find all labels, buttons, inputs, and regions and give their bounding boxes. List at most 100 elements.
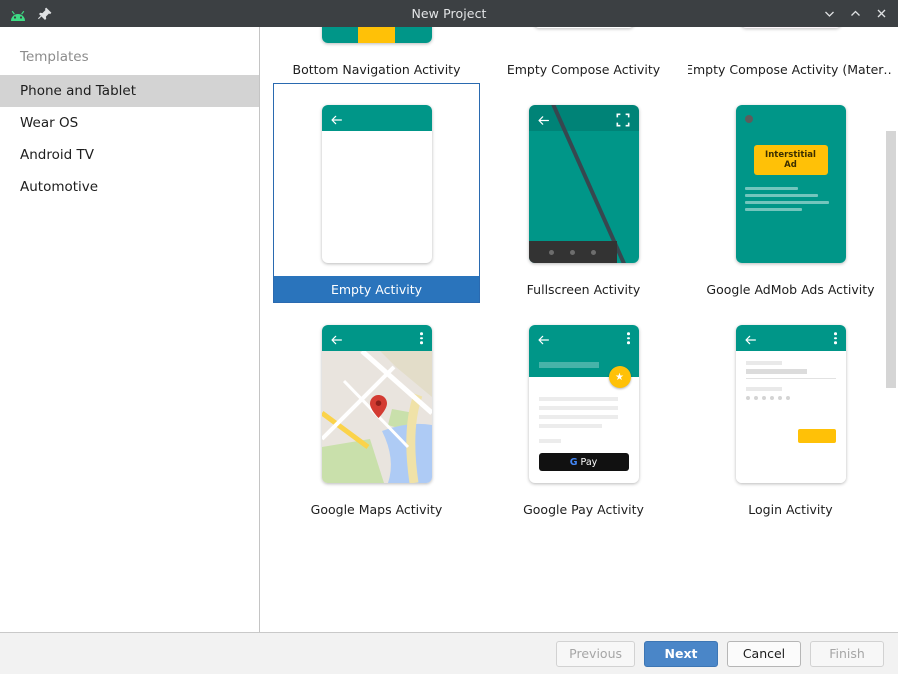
password-dot: [762, 396, 766, 400]
finish-button[interactable]: Finish: [810, 641, 884, 667]
hero-title-bar: [539, 362, 599, 368]
template-label: Google Pay Activity: [481, 496, 686, 522]
google-g-icon: G: [570, 457, 578, 468]
field-underline: [746, 378, 836, 379]
thumbnail-bottom-navigation: [274, 27, 479, 56]
bottom-nav-item-active: [358, 27, 395, 43]
templates-sidebar: Templates Phone and Tablet Wear OS Andro…: [0, 27, 260, 632]
template-tile-bottom-navigation-activity[interactable]: Bottom Navigation Activity: [273, 27, 480, 83]
fullscreen-expand-icon: [616, 112, 630, 126]
admob-canvas: Interstitial Ad: [736, 105, 846, 263]
text-line: [539, 439, 562, 443]
template-grid-panel: Bottom Navigation Activity: [260, 27, 898, 632]
template-tile-google-maps-activity[interactable]: Google Maps Activity: [273, 303, 480, 523]
close-button[interactable]: [868, 2, 894, 26]
pin-icon[interactable]: [37, 6, 53, 22]
template-tile-login-activity[interactable]: Login Activity: [687, 303, 894, 523]
app-bar: [736, 325, 846, 351]
template-tile-empty-compose-activity-material[interactable]: Empty Compose Activity (Mater…: [687, 27, 894, 83]
template-label: Empty Compose Activity (Mater…: [688, 56, 893, 82]
password-dots: [746, 396, 836, 400]
text-line: [539, 424, 602, 428]
overflow-menu-icon: [834, 332, 837, 344]
app-bar: [322, 105, 432, 131]
template-tile-google-pay-activity[interactable]: ★ G Pay: [480, 303, 687, 523]
map-pin-icon: [370, 395, 386, 417]
template-label: Fullscreen Activity: [481, 276, 686, 302]
window-controls: [816, 2, 898, 26]
thumbnail-compose: [481, 27, 686, 56]
thumbnail-gpay: ★ G Pay: [481, 304, 686, 496]
fullscreen-canvas: [529, 105, 639, 263]
hero-banner: ★: [529, 351, 639, 377]
pay-label: Pay: [581, 457, 598, 468]
text-line: [745, 201, 830, 204]
template-tile-fullscreen-activity[interactable]: Fullscreen Activity: [480, 83, 687, 303]
login-form: [736, 351, 846, 483]
text-line: [745, 194, 819, 197]
back-arrow-icon: [537, 332, 550, 345]
sidebar-item-automotive[interactable]: Automotive: [0, 171, 259, 203]
map-canvas: [322, 351, 432, 483]
back-arrow-icon: [330, 332, 343, 345]
password-dot: [786, 396, 790, 400]
bottom-control-bar: [529, 241, 617, 263]
template-label: Empty Activity: [274, 276, 479, 302]
control-dot: [549, 250, 554, 255]
back-arrow-icon: [744, 332, 757, 345]
sidebar-header: Templates: [0, 43, 259, 75]
bottom-nav-bar: [322, 27, 432, 43]
text-line: [539, 415, 618, 419]
bottom-nav-item: [395, 27, 432, 43]
overflow-menu-icon: [420, 332, 423, 344]
overflow-menu-icon: [627, 332, 630, 344]
next-button[interactable]: Next: [644, 641, 718, 667]
password-dot: [746, 396, 750, 400]
dialog-body: Templates Phone and Tablet Wear OS Andro…: [0, 27, 898, 632]
maximize-button[interactable]: [842, 2, 868, 26]
phone-mockup: [322, 325, 432, 483]
interstitial-ad-button: Interstitial Ad: [754, 145, 828, 175]
template-tile-empty-compose-activity[interactable]: Empty Compose Activity: [480, 27, 687, 83]
thumbnail-login: [688, 304, 893, 496]
phone-mockup: [529, 105, 639, 263]
app-bar: [529, 325, 639, 351]
text-line: [745, 208, 802, 211]
app-bar: [322, 325, 432, 351]
username-label: [746, 361, 782, 365]
dialog-footer: Previous Next Cancel Finish: [0, 632, 898, 674]
thumbnail-compose-material: [688, 27, 893, 56]
vertical-scrollbar-thumb[interactable]: [886, 131, 896, 388]
thumbnail-maps: [274, 304, 479, 496]
new-project-dialog: New Project Templates Phone and Tablet W…: [0, 0, 898, 674]
sidebar-item-android-tv[interactable]: Android TV: [0, 139, 259, 171]
text-line: [745, 187, 798, 190]
title-bar-icons: [0, 6, 53, 22]
text-line: [539, 406, 618, 410]
control-dot: [591, 250, 596, 255]
compose-card: [534, 27, 634, 28]
ad-text-lines: [745, 187, 837, 211]
compose-card-material: [741, 27, 841, 28]
cancel-button[interactable]: Cancel: [727, 641, 801, 667]
template-label: Google Maps Activity: [274, 496, 479, 522]
google-pay-button: G Pay: [539, 453, 629, 471]
template-tile-empty-activity[interactable]: Empty Activity: [273, 83, 480, 303]
sign-in-button: [798, 429, 836, 443]
sidebar-item-wear-os[interactable]: Wear OS: [0, 107, 259, 139]
bottom-nav-item: [322, 27, 359, 43]
window-title: New Project: [0, 6, 898, 21]
phone-mockup: [322, 27, 432, 43]
template-label: Login Activity: [688, 496, 893, 522]
previous-button[interactable]: Previous: [556, 641, 635, 667]
android-icon: [8, 7, 28, 21]
back-arrow-icon: [537, 112, 550, 125]
sidebar-item-phone-and-tablet[interactable]: Phone and Tablet: [0, 75, 259, 107]
template-label: Google AdMob Ads Activity: [688, 276, 893, 302]
username-field: [746, 369, 807, 374]
title-bar: New Project: [0, 0, 898, 27]
minimize-button[interactable]: [816, 2, 842, 26]
template-tile-google-admob-ads-activity[interactable]: Interstitial Ad Google AdMob Ads Activit…: [687, 83, 894, 303]
phone-mockup: ★ G Pay: [529, 325, 639, 483]
template-label: Bottom Navigation Activity: [274, 56, 479, 82]
